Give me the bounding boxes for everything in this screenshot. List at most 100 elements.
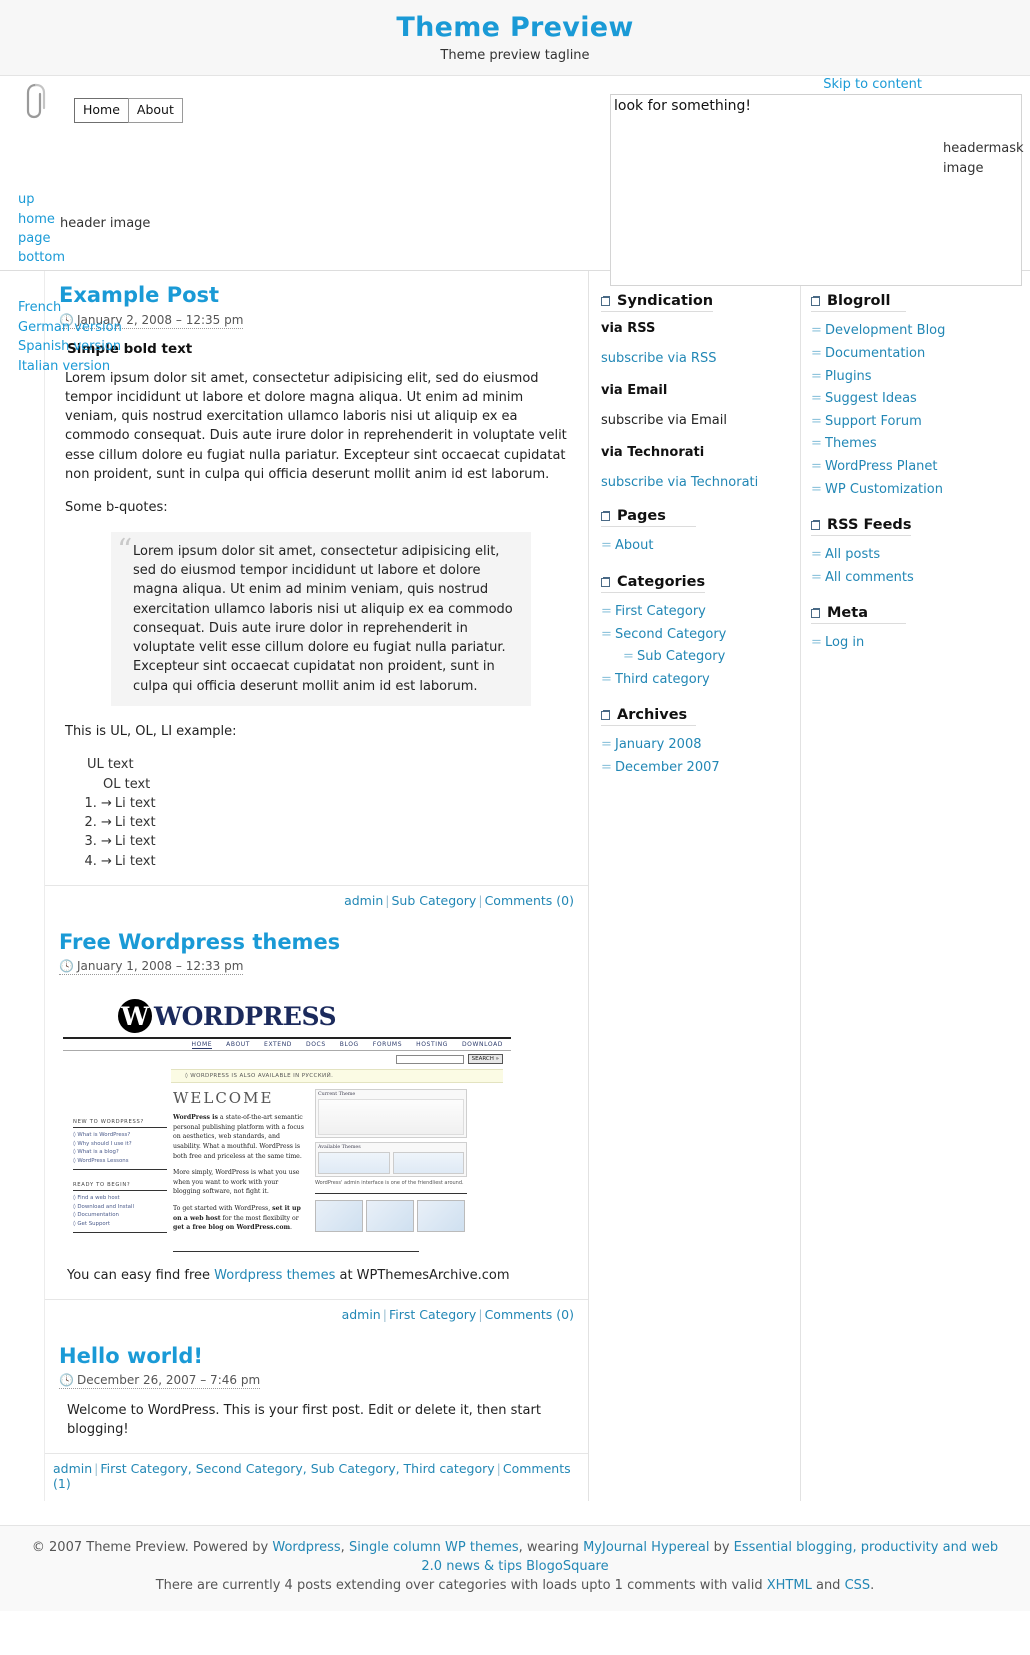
access-link-page[interactable]: page [18,229,76,248]
blogroll-link-plugins[interactable]: Plugins [825,369,872,384]
wordpress-themes-link[interactable]: Wordpress themes [214,1268,335,1283]
wp-theme-thumb [392,1152,464,1175]
wp-left-link: ◊ What is WordPress? [73,1132,131,1139]
widget-meta: Meta Log in [811,605,1029,655]
blogroll-link-development-blog[interactable]: Development Blog [825,323,945,338]
post-paragraph: Lorem ipsum dolor sit amet, consectetur … [65,370,567,483]
post-title-link[interactable]: Hello world! [59,1344,203,1368]
subscribe-technorati-link[interactable]: subscribe via Technorati [601,475,758,490]
accessibility-links[interactable]: up home page bottom [18,190,76,267]
list-item: →Li text [101,813,574,832]
lang-link-italian[interactable]: Italian version [18,357,110,376]
post-body: Welcome to WordPress. This is your first… [67,1403,541,1438]
site-footer: © 2007 Theme Preview. Powered by Wordpre… [0,1525,1030,1612]
widget-title: Syndication [601,293,714,313]
post-author-link[interactable]: admin [344,893,383,908]
post-date: 🕓 December 26, 2007 – 7:46 pm [59,1373,261,1390]
post-body: Simple bold text Lorem ipsum dolor sit a… [59,341,574,872]
footer-link-myjournal[interactable]: MyJournal Hypereal [583,1540,709,1555]
wp-divider [73,1232,167,1234]
category-link-second[interactable]: Second Category [615,627,726,642]
post-comments-link[interactable]: Comments (0) [485,893,574,908]
blogroll-link-themes[interactable]: Themes [825,436,877,451]
list-item: Development Blog [811,320,1029,343]
skip-to-content-link[interactable]: Skip to content [823,77,922,92]
post-categories-link[interactable]: First Category, Second Category, Sub Cat… [100,1461,494,1476]
rss-link-all-posts[interactable]: All posts [825,547,880,562]
arrow-icon: → [101,834,112,850]
wp-nav-item: HOSTING [416,1041,448,1049]
list-item: Third category [601,669,800,692]
post-title-link[interactable]: Free Wordpress themes [59,930,340,954]
post-comments-link[interactable]: Comments (0) [485,1307,574,1322]
wordpress-screenshot: W WORDPRESS HOME ABOUT EXTEND DOCS BLOG … [59,997,574,1253]
footer-link-single-column-themes[interactable]: Single column WP themes [349,1540,519,1555]
ol-label: OL text [103,776,151,792]
access-link-bottom[interactable]: bottom [18,248,76,267]
post-categories-link[interactable]: First Category [389,1307,476,1322]
wp-paragraph: More simply, WordPress is what you use w… [173,1169,300,1196]
search-input[interactable] [614,96,804,117]
post-title: Free Wordpress themes [59,930,574,955]
post-author-link[interactable]: admin [53,1461,92,1476]
footer-link-blogosquare[interactable]: BlogoSquare [522,1559,608,1574]
wp-paragraph: To get started with WordPress, set it up… [173,1205,301,1232]
wp-current-theme-panel: Current Theme [315,1089,467,1139]
widget-rss-feeds: RSS Feeds All posts All comments [811,517,1029,589]
search-box[interactable]: headermask image [610,94,1024,287]
language-links[interactable]: French German version Spanish version It… [18,298,122,376]
blockquote-text: Lorem ipsum dolor sit amet, consectetur … [133,543,513,694]
menu-item-about[interactable]: About [127,98,183,123]
menu-item-home[interactable]: Home [74,98,129,123]
footer-link-xhtml[interactable]: XHTML [767,1578,812,1593]
post-categories-link[interactable]: Sub Category [391,893,476,908]
wp-strip-thumb [366,1200,414,1233]
blogroll-link-support-forum[interactable]: Support Forum [825,414,922,429]
subscribe-rss-link[interactable]: subscribe via RSS [601,351,716,366]
blogroll-link-documentation[interactable]: Documentation [825,346,925,361]
post-subhead: Simple bold text [67,340,193,357]
category-link-third[interactable]: Third category [615,672,710,687]
category-link-sub[interactable]: Sub Category [637,649,725,664]
meta-separator: | [496,1461,501,1477]
list-item: WordPress Planet [811,456,1029,479]
list-item: Themes [811,433,1029,456]
page-link-about[interactable]: About [615,538,653,553]
primary-menu[interactable]: Home About [74,98,183,123]
archive-link-january-2008[interactable]: January 2008 [615,737,702,752]
access-link-home[interactable]: home [18,210,76,229]
rss-link-all-comments[interactable]: All comments [825,570,914,585]
blogroll-link-suggest-ideas[interactable]: Suggest Ideas [825,391,917,406]
arrow-icon: → [101,815,112,831]
lang-link-german[interactable]: German version [18,318,122,337]
meta-link-login[interactable]: Log in [825,635,864,650]
blogroll-link-wp-customization[interactable]: WP Customization [825,482,943,497]
site-header: Theme Preview Theme preview tagline [0,0,1030,77]
wordpress-mark-icon: W [118,999,152,1034]
lang-link-spanish[interactable]: Spanish version [18,337,121,356]
footer-link-wordpress[interactable]: Wordpress [272,1540,340,1555]
wp-nav-item: EXTEND [264,1041,293,1049]
list-item: Sub Category [601,646,800,669]
post-author-link[interactable]: admin [342,1307,381,1322]
wordpress-logo: W WORDPRESS [118,999,337,1034]
access-link-up[interactable]: up [18,190,76,209]
lang-link-french[interactable]: French [18,298,76,317]
list-item: Support Forum [811,411,1029,434]
syndication-row-label: via RSS [601,321,656,337]
post-title-link[interactable]: Example Post [59,283,219,307]
footer-link-css[interactable]: CSS [845,1578,871,1593]
content-column: Example Post 🕓 January 2, 2008 – 12:35 pm… [44,271,589,1502]
category-link-first[interactable]: First Category [615,604,706,619]
widget-blogroll: Blogroll Development Blog Documentation … [811,293,1029,501]
header-band: Skip to content headermask image Home Ab… [0,76,1030,374]
blogroll-link-wordpress-planet[interactable]: WordPress Planet [825,459,938,474]
external-link-icon [601,512,610,522]
post-title: Example Post [59,283,574,308]
list-item: First Category [601,601,800,624]
post-title: Hello world! [59,1344,574,1369]
list-item: All comments [811,567,1029,590]
post-date: 🕓 January 1, 2008 – 12:33 pm [59,959,244,976]
external-link-icon [601,711,610,721]
archive-link-december-2007[interactable]: December 2007 [615,760,720,775]
